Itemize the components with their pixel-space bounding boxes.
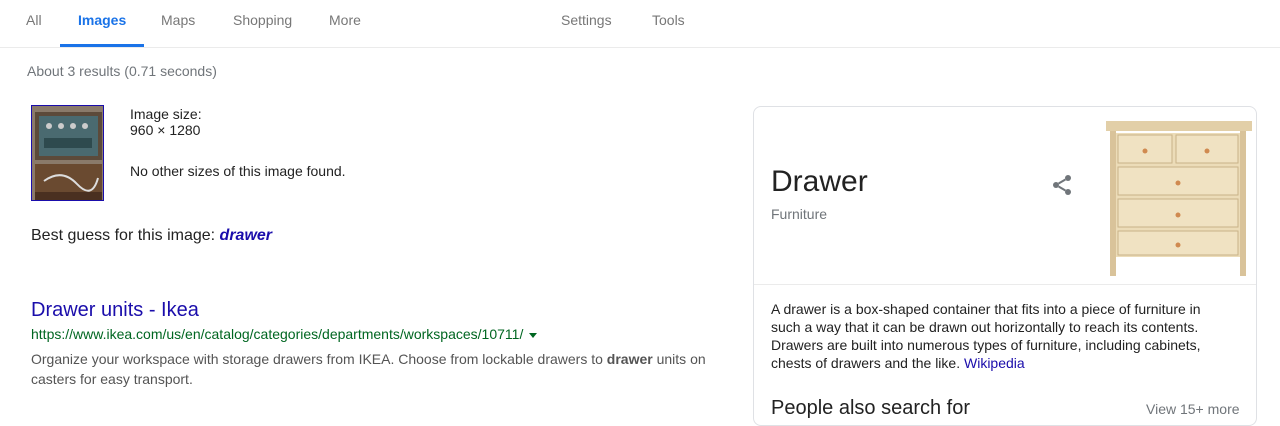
kp-title: Drawer [771, 165, 868, 198]
tab-images[interactable]: Images [78, 12, 126, 28]
snippet-bold-term: drawer [606, 351, 653, 367]
tab-shopping[interactable]: Shopping [233, 12, 292, 28]
tab-maps[interactable]: Maps [161, 12, 195, 28]
electronics-box-image [32, 106, 103, 200]
best-guess-prefix: Best guess for this image: [31, 227, 216, 244]
kp-description: A drawer is a box-shaped container that … [771, 300, 1231, 372]
people-also-search-heading: People also search for [771, 397, 971, 419]
best-guess-link[interactable]: drawer [220, 227, 272, 244]
tab-settings[interactable]: Settings [561, 12, 612, 28]
no-other-sizes-text: No other sizes of this image found. [130, 163, 346, 179]
result-url-text: https://www.ikea.com/us/en/catalog/categ… [31, 326, 524, 342]
tab-tools[interactable]: Tools [652, 12, 685, 28]
share-icon[interactable] [1050, 173, 1074, 197]
image-size-label: Image size: [130, 106, 202, 122]
result-url[interactable]: https://www.ikea.com/us/en/catalog/categ… [31, 326, 538, 342]
chest-of-drawers-image[interactable] [1100, 111, 1257, 281]
result-snippet: Organize your workspace with storage dra… [31, 349, 711, 389]
image-size-value: 960 × 1280 [130, 122, 201, 138]
snippet-text: Organize your workspace with storage dra… [31, 351, 607, 367]
kp-subtitle: Furniture [771, 206, 828, 222]
tab-more[interactable]: More [329, 12, 361, 28]
url-dropdown-caret-icon[interactable] [529, 332, 538, 338]
best-guess: Best guess for this image: drawer [31, 227, 272, 245]
active-tab-indicator [60, 44, 144, 47]
kp-divider [754, 284, 1256, 285]
query-image-thumbnail[interactable] [31, 105, 104, 201]
result-title-link[interactable]: Drawer units - Ikea [31, 299, 199, 322]
search-tabs: All Images Maps Shopping More Settings T… [0, 0, 1280, 48]
view-more-link[interactable]: View 15+ more [1146, 401, 1240, 417]
result-stats: About 3 results (0.71 seconds) [27, 63, 217, 79]
wikipedia-link[interactable]: Wikipedia [964, 355, 1025, 371]
knowledge-panel: Drawer Furniture A drawer is a box-shape… [753, 106, 1257, 426]
tab-all[interactable]: All [26, 12, 42, 28]
